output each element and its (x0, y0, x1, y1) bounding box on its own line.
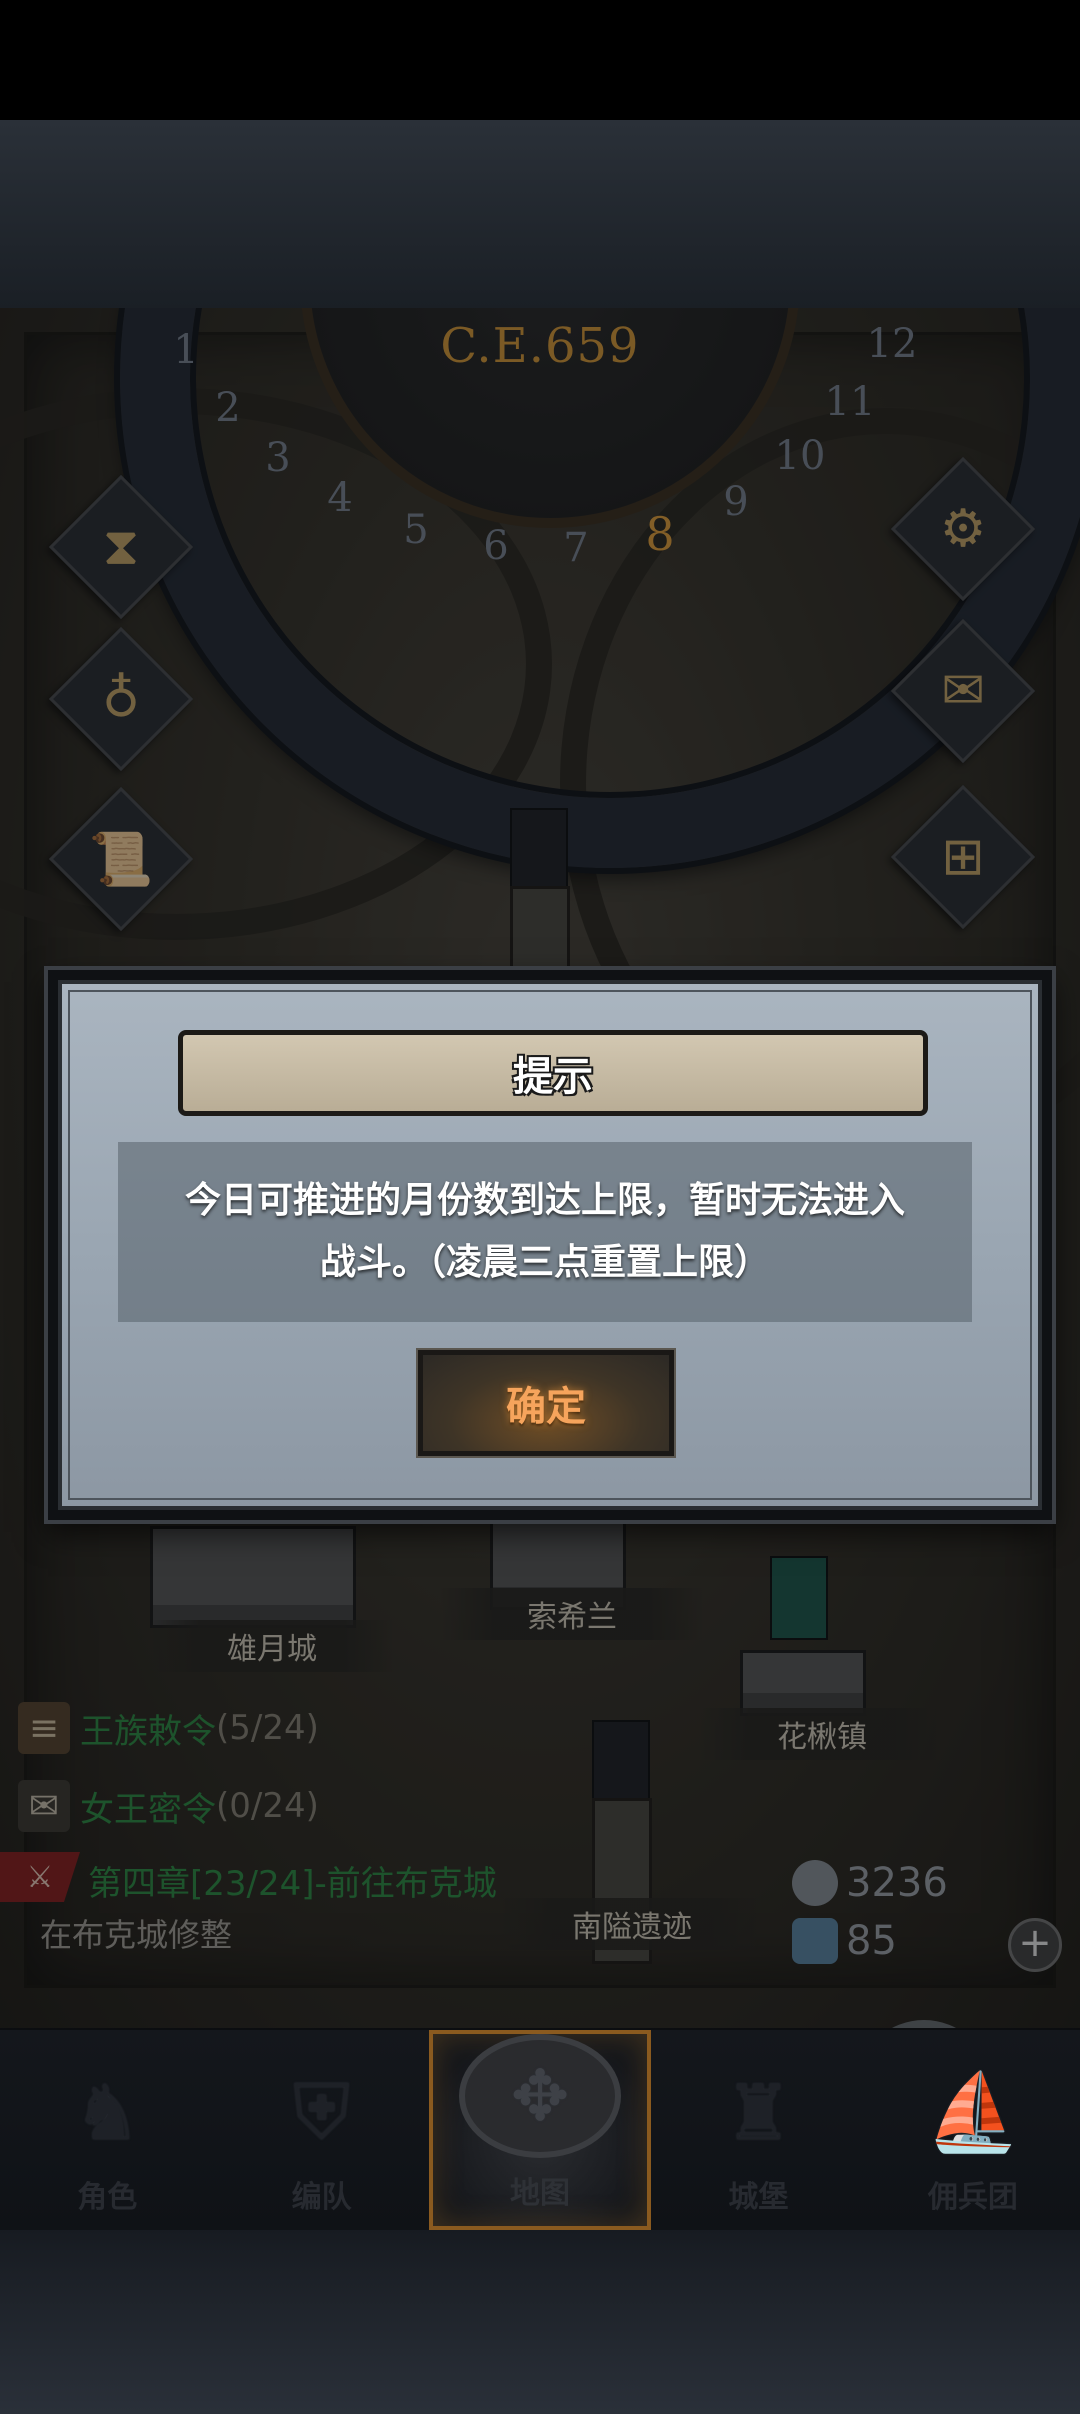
helmet-icon: ⛨ (293, 2066, 351, 2156)
nav-item-castle[interactable]: ♜ 城堡 (651, 2030, 865, 2230)
dialog-message-line-1: 今日可推进的月份数到达上限，暂时无法进入 (184, 1180, 905, 1221)
dialog-title: 提示 (513, 1054, 593, 1100)
compass-map-icon: ✥ (459, 2034, 622, 2158)
nav-label: 佣兵团 (927, 2180, 1018, 2215)
dialog-message-box: 今日可推进的月份数到达上限，暂时无法进入 战斗。（凌晨三点重置上限） (118, 1142, 972, 1322)
dialog-title-bar: 提示 (178, 1030, 928, 1116)
knight-icon: ♞ (73, 2067, 142, 2157)
nav-label: 地图 (510, 2176, 571, 2211)
nav-label: 编队 (291, 2180, 352, 2215)
ship-icon: ⛵ (925, 2067, 1021, 2156)
confirm-label: 确定 (506, 1384, 586, 1430)
notice-dialog: 提示 今日可推进的月份数到达上限，暂时无法进入 战斗。（凌晨三点重置上限） 确定 (48, 970, 1052, 1520)
nav-label: 角色 (77, 2180, 138, 2215)
nav-item-formation[interactable]: ⛨ 编队 (214, 2030, 428, 2230)
dialog-message-line-2: 战斗。（凌晨三点重置上限） (319, 1242, 770, 1283)
status-bar-area (0, 0, 1080, 120)
castle-icon: ♜ (724, 2067, 793, 2157)
nav-item-mercenary[interactable]: ⛵ 佣兵团 (866, 2030, 1080, 2230)
nav-label: 城堡 (728, 2180, 789, 2215)
confirm-button[interactable]: 确定 (418, 1350, 674, 1456)
top-header-band (0, 120, 1080, 308)
nav-item-character[interactable]: ♞ 角色 (0, 2030, 214, 2230)
nav-item-map[interactable]: ✥ 地图 (428, 2030, 652, 2230)
bottom-band (0, 2230, 1080, 2414)
bottom-nav: ♞ 角色 ⛨ 编队 ✥ 地图 ♜ 城堡 ⛵ 佣兵团 (0, 2030, 1080, 2230)
